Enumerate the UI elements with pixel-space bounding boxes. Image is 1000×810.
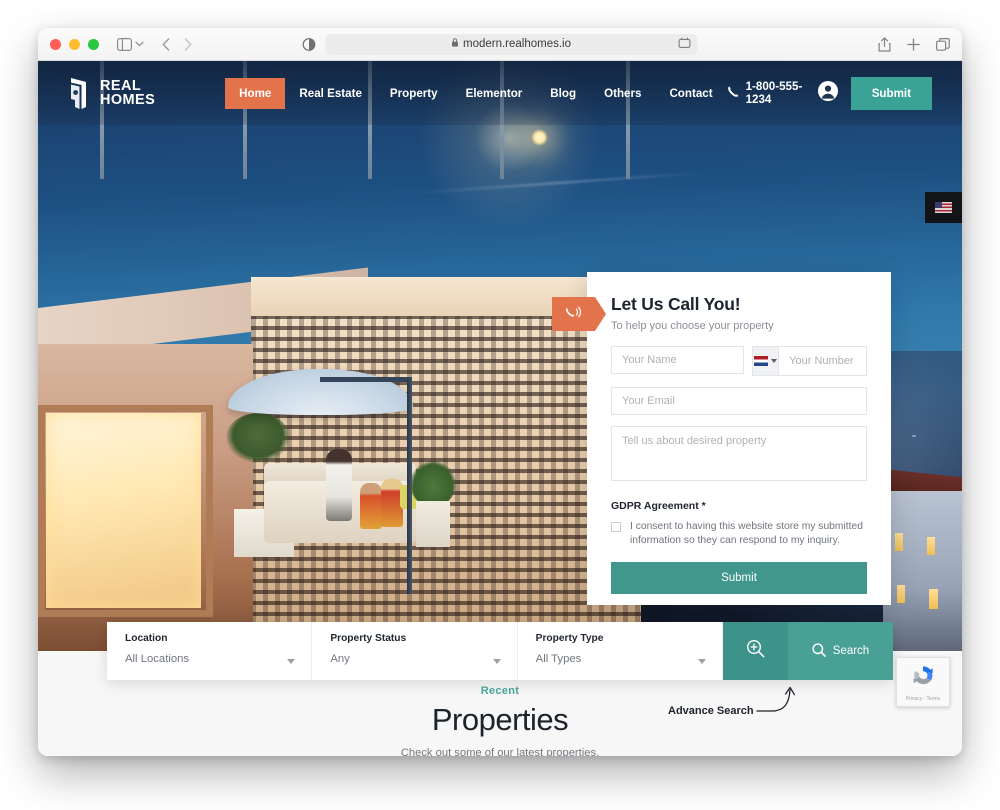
address-bar[interactable]: modern.realhomes.io: [325, 33, 698, 55]
browser-toolbar: modern.realhomes.io: [38, 28, 962, 61]
search-icon: [812, 642, 826, 660]
share-icon[interactable]: [878, 36, 891, 52]
realhomes-logo-icon: [68, 76, 90, 110]
reader-mode-icon[interactable]: [302, 37, 316, 51]
email-input[interactable]: [611, 387, 867, 415]
search-field-value: All Locations: [125, 653, 190, 665]
us-flag-icon: [935, 202, 952, 213]
browser-window: modern.realhomes.io REAL HOMES Home Real…: [38, 28, 962, 756]
header-phone[interactable]: 1-800-555-1234: [727, 80, 805, 106]
recaptcha-badge[interactable]: Privacy - Terms: [896, 657, 950, 707]
name-phone-row: [611, 346, 867, 376]
nav-item-property[interactable]: Property: [376, 78, 452, 109]
logo-line-2: HOMES: [100, 92, 156, 108]
header-submit-button[interactable]: Submit: [850, 76, 932, 110]
nav-item-home[interactable]: Home: [225, 77, 286, 109]
potted-plant-pot: [416, 501, 450, 547]
neighbor-house: [883, 491, 962, 651]
section-kicker: Recent: [480, 685, 520, 697]
property-search-bar: Location All Locations Property Status A…: [107, 622, 893, 680]
card-title: Let Us Call You!: [611, 294, 741, 314]
person-child: [360, 483, 382, 529]
search-field-property-type[interactable]: Property Type All Types: [518, 622, 723, 680]
logo-wordmark: REAL HOMES: [100, 78, 156, 108]
search-field-label: Property Status: [330, 633, 407, 644]
extension-icon[interactable]: [678, 37, 691, 51]
site-header: REAL HOMES Home Real Estate Property Ele…: [38, 61, 962, 125]
search-field-label: Location: [125, 633, 168, 644]
recaptcha-icon: [910, 663, 936, 694]
section-subtitle: Check out some of our latest properties.: [400, 747, 600, 756]
window-frame: [38, 405, 213, 617]
umbrella-pole: [407, 379, 412, 594]
chevron-down-icon[interactable]: [135, 41, 144, 47]
language-switcher[interactable]: [925, 192, 962, 223]
nl-flag-icon: [754, 356, 769, 366]
umbrella-arm: [320, 377, 412, 382]
url-text: modern.realhomes.io: [462, 38, 572, 50]
nav-item-others[interactable]: Others: [590, 78, 655, 109]
search-button[interactable]: Search: [787, 622, 893, 680]
gdpr-consent-text: I consent to having this website store m…: [630, 521, 863, 546]
advance-search-annotation: Advance Search: [668, 681, 802, 740]
message-textarea[interactable]: [611, 426, 867, 481]
gdpr-consent-row: I consent to having this website store m…: [611, 520, 867, 548]
window-controls: [50, 38, 99, 50]
back-button[interactable]: [162, 37, 170, 51]
search-field-location[interactable]: Location All Locations: [107, 622, 313, 680]
chevron-down-icon: [771, 359, 778, 363]
person-adult: [326, 449, 352, 521]
tabs-overview-icon[interactable]: [936, 37, 950, 51]
chevron-down-icon: [492, 659, 501, 664]
nav-item-blog[interactable]: Blog: [536, 78, 590, 109]
advance-search-button[interactable]: [722, 622, 788, 680]
search-field-property-status[interactable]: Property Status Any: [312, 622, 518, 680]
toolbar-right-actions: [878, 36, 950, 52]
lock-icon: [452, 38, 459, 50]
gdpr-label: GDPR Agreement *: [611, 500, 706, 512]
country-code-select[interactable]: [753, 347, 780, 375]
user-account-icon[interactable]: [817, 80, 838, 106]
search-field-value: All Types: [535, 653, 582, 665]
search-field-label: Property Type: [535, 633, 604, 644]
zoom-in-icon: [746, 639, 765, 663]
search-field-value: Any: [330, 653, 350, 665]
close-window-button[interactable]: [50, 38, 61, 50]
page-title: Properties: [431, 702, 569, 737]
phone-number-input[interactable]: [779, 347, 866, 375]
phone-ringing-icon: [552, 297, 606, 331]
phone-input-group: [752, 346, 867, 376]
site-logo[interactable]: REAL HOMES: [68, 76, 155, 110]
search-button-label: Search: [832, 645, 870, 657]
hero-section: REAL HOMES Home Real Estate Property Ele…: [38, 61, 962, 651]
curved-arrow-icon: [755, 681, 802, 740]
nav-item-elementor[interactable]: Elementor: [452, 78, 537, 109]
plus-icon[interactable]: [907, 37, 920, 51]
sidebar-toggle-group[interactable]: [117, 37, 144, 51]
phone-icon: [727, 85, 740, 101]
chevron-down-icon: [287, 659, 296, 664]
gdpr-checkbox[interactable]: [611, 522, 621, 532]
nav-item-real-estate[interactable]: Real Estate: [285, 78, 376, 109]
nav-item-contact[interactable]: Contact: [655, 78, 726, 109]
card-subtitle: To help you choose your property: [611, 320, 774, 332]
navigation-arrows: [162, 37, 192, 51]
address-bar-group: modern.realhomes.io: [302, 33, 698, 55]
card-submit-button[interactable]: Submit: [611, 561, 867, 594]
header-right-group: 1-800-555-1234 Submit: [727, 76, 932, 110]
call-back-form-card: Let Us Call You! To help you choose your…: [552, 272, 891, 605]
phone-number: 1-800-555-1234: [745, 80, 803, 106]
hanging-plant: [226, 413, 290, 463]
chevron-down-icon: [697, 659, 706, 664]
name-input[interactable]: [611, 346, 744, 374]
recaptcha-terms[interactable]: Privacy - Terms: [906, 696, 940, 702]
logo-line-1: REAL: [100, 78, 142, 94]
sidebar-icon[interactable]: [117, 37, 132, 51]
minimize-window-button[interactable]: [69, 38, 80, 50]
web-page: REAL HOMES Home Real Estate Property Ele…: [38, 61, 962, 756]
main-navigation: Home Real Estate Property Elementor Blog…: [225, 77, 726, 109]
maximize-window-button[interactable]: [88, 38, 99, 50]
annotation-label: Advance Search: [668, 704, 754, 717]
forward-button[interactable]: [184, 37, 192, 51]
